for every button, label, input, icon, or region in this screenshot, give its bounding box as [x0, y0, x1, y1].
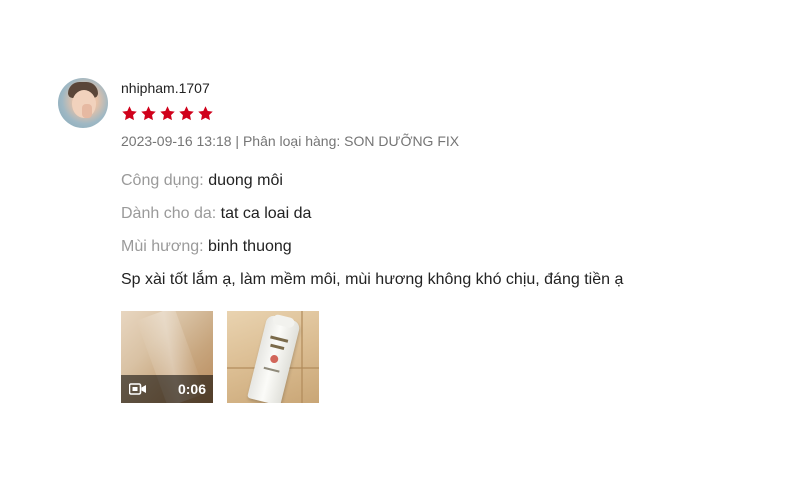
video-thumbnail[interactable]: 0:06	[121, 311, 213, 403]
tube-label	[263, 366, 280, 373]
star-icon	[197, 105, 214, 122]
photo-thumbnail[interactable]	[227, 311, 319, 403]
star-icon	[159, 105, 176, 122]
attribute-value: duong môi	[208, 172, 283, 189]
star-icon	[178, 105, 195, 122]
video-camera-icon	[129, 383, 147, 395]
tube-logo	[269, 354, 280, 364]
attribute-key: Dành cho da:	[121, 205, 217, 222]
username[interactable]: nhipham.1707	[121, 78, 761, 98]
attribute-value: binh thuong	[208, 238, 292, 255]
tube-label	[270, 343, 285, 351]
lip-balm-tube	[247, 313, 301, 403]
attribute-row: Mùi hương: binh thuong	[121, 236, 761, 258]
attribute-row: Công dụng: duong môi	[121, 170, 761, 192]
review-meta: 2023-09-16 13:18 | Phân loại hàng: SON D…	[121, 133, 460, 149]
star-rating	[121, 103, 761, 123]
attribute-value: tat ca loai da	[220, 205, 312, 222]
review-media: 0:06	[121, 311, 761, 403]
tube-label	[270, 335, 289, 343]
review-comment: Sp xài tốt lắm ạ, làm mềm môi, mùi hương…	[121, 271, 624, 288]
avatar[interactable]	[58, 78, 108, 128]
attribute-key: Mùi hương:	[121, 238, 204, 255]
review-content: nhipham.1707 2023-09-16 13:18 | Phân loạ…	[121, 76, 761, 403]
video-duration: 0:06	[177, 381, 206, 397]
attribute-row: Dành cho da: tat ca loai da	[121, 203, 761, 225]
product-attributes: Công dụng: duong môi Dành cho da: tat ca…	[121, 170, 761, 258]
star-icon	[121, 105, 138, 122]
video-overlay: 0:06	[121, 375, 213, 403]
avatar-hand	[82, 104, 92, 118]
star-icon	[140, 105, 157, 122]
attribute-key: Công dụng:	[121, 172, 204, 189]
tube-cap	[271, 313, 296, 329]
tile-grout	[301, 311, 303, 403]
